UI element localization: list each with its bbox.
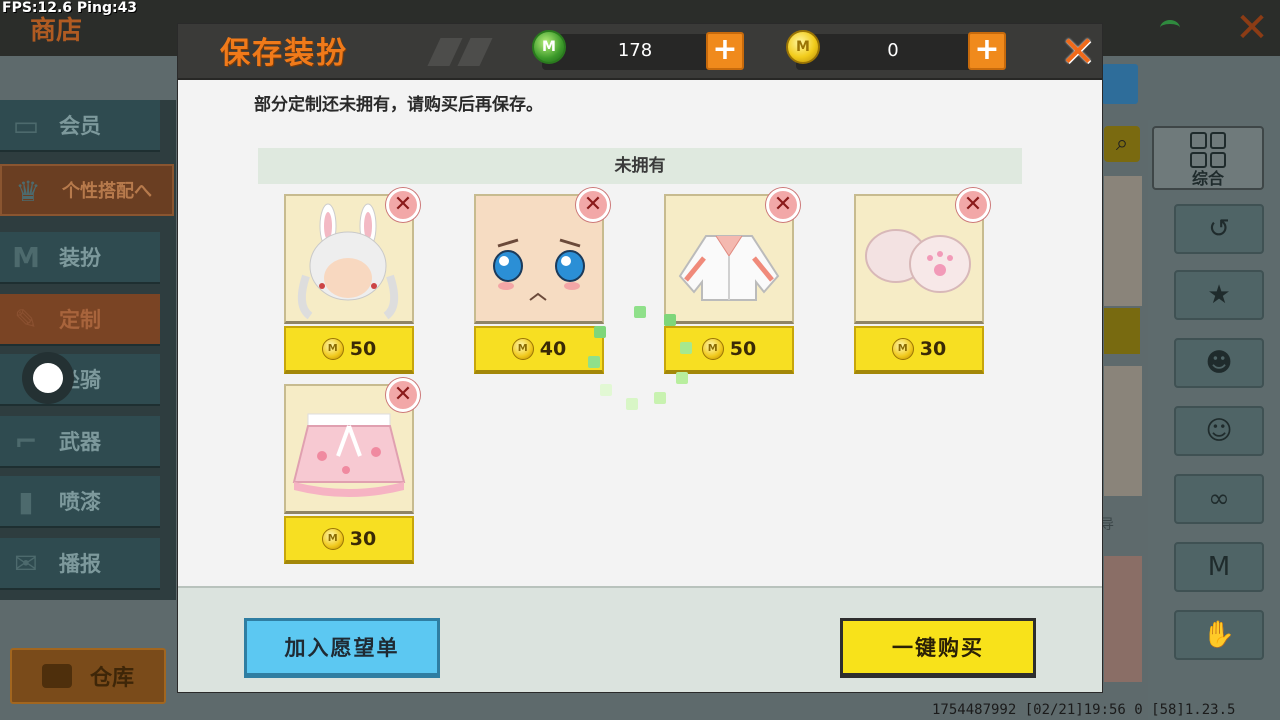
nav-item-label: 播报 (59, 552, 101, 576)
floating-joystick[interactable] (22, 352, 74, 404)
shop-item-price (1104, 308, 1140, 354)
nav-item-label: 武器 (59, 430, 101, 454)
shop-side-nav: ▭ 会员 ♛ 个性搭配へ M 装扮 ✎ 定制 坐骑 ⌐ 武器 ▮ 喷漆 ✉ 播报 (0, 100, 176, 600)
build-info: 1754487992 [02/21]19:56 0 [58]1.23.5 (932, 702, 1236, 718)
search-icon[interactable]: ⌕ (1104, 126, 1140, 162)
nav-item-broadcast[interactable]: ✉ 播报 (0, 538, 160, 590)
gun-icon: ⌐ (14, 425, 38, 458)
dialog-footer: 加入愿望单 一键购买 (178, 586, 1102, 692)
vip-icon: ▭ (12, 109, 40, 142)
item-price-button[interactable]: M 40 (474, 326, 604, 374)
broadcast-icon: ✉ (14, 547, 38, 580)
item-price: 50 (349, 338, 377, 360)
shop-blue-tab (1102, 64, 1138, 104)
brush-icon: ✎ (14, 303, 38, 336)
remove-item-button[interactable]: ✕ (386, 188, 420, 222)
shop-item-card (1104, 366, 1142, 496)
coin-count: 0 (887, 40, 899, 61)
not-owned-header: 未拥有 (258, 148, 1022, 184)
save-outfit-dialog: 保存装扮 M 178 + M 0 + ✕ 部分定制还未拥有，请购买后再保存。 未… (178, 24, 1102, 692)
coin-icon: M (786, 30, 820, 64)
coin-icon: M (511, 338, 534, 360)
add-to-wishlist-button[interactable]: 加入愿望单 (244, 618, 440, 678)
shop-close-icon[interactable]: ✕ (1230, 6, 1274, 50)
item-price-button[interactable]: M 50 (284, 326, 414, 374)
close-icon[interactable]: ✕ (1056, 30, 1100, 74)
coin-balance: M 0 + (786, 30, 1006, 70)
add-coins-button[interactable]: + (968, 32, 1006, 70)
nav-item-label: 个性搭配へ (62, 181, 152, 202)
remove-item-button[interactable]: ✕ (386, 378, 420, 412)
wifi-icon (1160, 20, 1180, 36)
gem-count: 178 (617, 40, 653, 61)
item-card-paw-gloves[interactable]: ✕ M 30 (854, 188, 990, 376)
tab-all-label: 综合 (1191, 169, 1224, 188)
nav-item-costume[interactable]: M 装扮 (0, 232, 160, 284)
trophy-icon: ♛ (15, 175, 41, 208)
history-icon[interactable]: ↺ (1174, 204, 1264, 254)
nav-item-spray[interactable]: ▮ 喷漆 (0, 476, 160, 528)
warehouse-button[interactable]: 仓库 (10, 648, 166, 704)
item-card-skirt[interactable]: ✕ M 30 (284, 378, 420, 566)
add-gems-button[interactable]: + (706, 32, 744, 70)
nav-item-label: 会员 (59, 114, 101, 138)
remove-item-button[interactable]: ✕ (576, 188, 610, 222)
item-card-bunny-hair[interactable]: ✕ M 50 (284, 188, 420, 376)
shop-item-card (1104, 176, 1142, 306)
joystick-knob[interactable] (33, 363, 63, 393)
item-price: 50 (729, 338, 757, 360)
grid-icon (1190, 132, 1226, 168)
warehouse-label: 仓库 (89, 666, 134, 691)
spray-icon: ▮ (18, 485, 34, 518)
dialog-notice: 部分定制还未拥有，请购买后再保存。 (254, 95, 543, 115)
coin-icon: M (321, 338, 344, 360)
gem-balance: M 178 + (532, 30, 744, 70)
shirt-icon: M (12, 241, 40, 274)
outfit-icon[interactable]: ★ (1174, 270, 1264, 320)
nav-item-label: 定制 (59, 308, 101, 332)
nav-item-label: 喷漆 (59, 490, 101, 514)
coin-icon: M (321, 528, 344, 550)
dialog-header: 保存装扮 M 178 + M 0 + ✕ (178, 24, 1102, 80)
remove-item-button[interactable]: ✕ (956, 188, 990, 222)
shop-title: 商店 (30, 16, 83, 46)
item-price-button[interactable]: M 30 (854, 326, 984, 374)
gem-icon: M (532, 30, 566, 64)
item-price: 30 (349, 528, 377, 550)
tshirt-icon[interactable]: M (1174, 542, 1264, 592)
item-price: 30 (919, 338, 947, 360)
dialog-title: 保存装扮 (220, 36, 348, 71)
nav-item-weapon[interactable]: ⌐ 武器 (0, 416, 160, 468)
glove-icon[interactable]: ✋ (1174, 610, 1264, 660)
buy-all-button[interactable]: 一键购买 (840, 618, 1036, 678)
header-decoration (427, 38, 463, 66)
chest-icon (41, 664, 72, 688)
tab-all[interactable]: 综合 (1152, 126, 1264, 190)
remove-item-button[interactable]: ✕ (766, 188, 800, 222)
coin-icon: M (701, 338, 724, 360)
face-icon[interactable]: ☺ (1174, 406, 1264, 456)
shop-partial-text: 导 (1100, 517, 1114, 533)
shop-category-panel: 综合 ↺ ★ ☻ ☺ ∞ M ✋ (1148, 120, 1280, 720)
mask-icon[interactable]: ∞ (1174, 474, 1264, 524)
item-price: 40 (539, 338, 567, 360)
nav-item-label: 装扮 (59, 246, 101, 270)
coin-icon: M (891, 338, 914, 360)
nav-item-custom[interactable]: ✎ 定制 (0, 294, 160, 346)
item-price-button[interactable]: M 30 (284, 516, 414, 564)
loading-spinner-icon (586, 306, 696, 416)
shop-item-card (1104, 556, 1142, 682)
hair-icon[interactable]: ☻ (1174, 338, 1264, 388)
nav-item-vip[interactable]: ▭ 会员 (0, 100, 160, 152)
header-decoration (457, 38, 493, 66)
nav-item-outfit-section[interactable]: ♛ 个性搭配へ (0, 164, 174, 216)
